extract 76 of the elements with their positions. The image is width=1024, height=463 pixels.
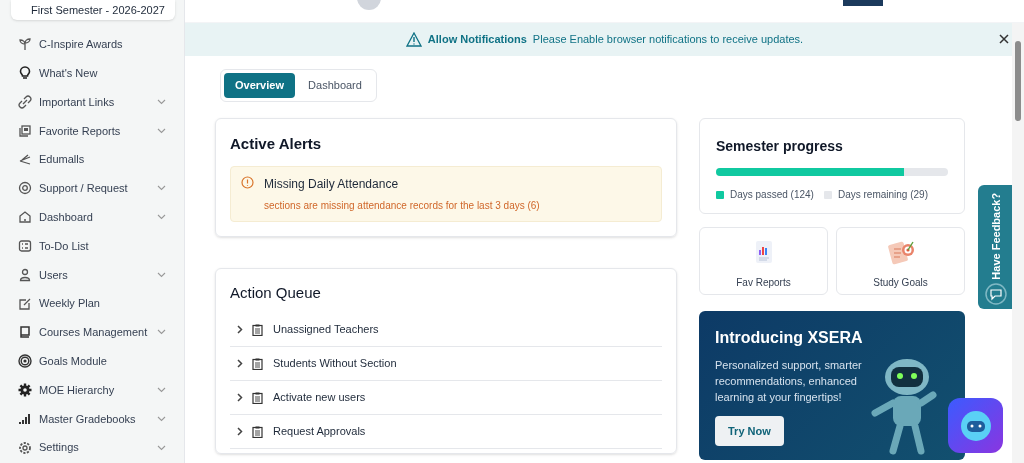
- report-icon: [18, 123, 32, 138]
- chevron-down-icon: [157, 185, 166, 192]
- checklist-icon: [18, 238, 32, 253]
- chevron-down-icon: [157, 127, 166, 134]
- sidebar-item[interactable]: Weekly Plan: [0, 289, 184, 318]
- alert-title: Missing Daily Attendance: [264, 175, 400, 193]
- book-icon: [18, 325, 32, 340]
- legend-label: Days remaining (29): [837, 188, 928, 202]
- promo-title: Introducing XSERA: [715, 328, 864, 348]
- alert-icon: [241, 175, 254, 189]
- gear-icon: [18, 382, 32, 397]
- legend-label: Days passed (124): [730, 188, 814, 202]
- signal-bars-icon: [18, 411, 32, 426]
- shortcut-card[interactable]: Fav Reports: [699, 227, 828, 295]
- semester-dropdown[interactable]: First Semester - 2026-2027: [11, 0, 175, 20]
- queue-row[interactable]: Students Without Section: [230, 347, 662, 381]
- user-icon: [18, 267, 32, 282]
- tab[interactable]: Overview: [224, 73, 295, 98]
- chevron-down-icon: [157, 329, 166, 336]
- chevron-down-icon: [157, 444, 166, 451]
- queue-row[interactable]: Unassigned Teachers: [230, 313, 662, 347]
- link-icon: [18, 95, 32, 109]
- sidebar-item[interactable]: Support / Request: [0, 174, 184, 203]
- shortcut-card[interactable]: Study Goals: [836, 227, 965, 295]
- chevron-right-icon: [236, 359, 243, 368]
- sidebar-item[interactable]: To-Do List: [0, 231, 184, 261]
- queue-row[interactable]: Request Approvals: [230, 415, 662, 449]
- sidebar-item[interactable]: Important Links: [0, 87, 184, 117]
- warning-icon: [405, 32, 422, 47]
- sidebar-item[interactable]: Users: [0, 260, 184, 290]
- edit-icon: [18, 296, 32, 311]
- clipboard-icon: [252, 323, 263, 336]
- sidebar-item[interactable]: Edumalls: [0, 145, 184, 174]
- tab[interactable]: Dashboard: [297, 73, 373, 98]
- lifebuoy-icon: [18, 181, 32, 196]
- chevron-down-icon: [157, 271, 166, 278]
- chevron-down-icon: [157, 214, 166, 221]
- try-now-button[interactable]: Try Now: [715, 416, 784, 446]
- card-title: Semester progress: [716, 137, 844, 156]
- alert-detail: sections are missing attendance records for the last 3 days (6): [264, 198, 540, 213]
- queue-row[interactable]: Activate new users: [230, 381, 662, 415]
- sidebar-item[interactable]: Settings: [0, 433, 184, 462]
- chevron-down-icon: [157, 99, 166, 105]
- sidebar-item[interactable]: Dashboard: [0, 202, 184, 232]
- promo-text: Personalized support, smarter recommendations, enhanced learning at your fingertips!: [715, 358, 863, 405]
- notification-message: Please Enable browser notifications to receive updates.: [532, 32, 804, 48]
- feedback-tab[interactable]: Have Feedback?: [978, 185, 1014, 309]
- sidebar-item[interactable]: Courses Management: [0, 317, 184, 347]
- clipboard-icon: [252, 391, 263, 404]
- close-button[interactable]: [998, 33, 1010, 45]
- settings-icon: [18, 440, 32, 455]
- sidebar-item[interactable]: What's New: [0, 58, 184, 88]
- chevron-down-icon: [157, 415, 166, 422]
- sidebar-item[interactable]: Master Gradebooks: [0, 404, 184, 434]
- sidebar-item[interactable]: MOE Hierarchy: [0, 375, 184, 405]
- home-icon: [18, 210, 32, 225]
- sidebar-item[interactable]: Goals Module: [0, 346, 184, 376]
- sidebar-item[interactable]: Favorite Reports: [0, 116, 184, 146]
- chevron-down-icon: [157, 386, 166, 393]
- chatbot-icon: [958, 408, 993, 443]
- target-icon: [18, 354, 32, 369]
- sidebar-item[interactable]: C-Inspire Awards: [0, 30, 184, 59]
- chat-bot-button[interactable]: [948, 398, 1003, 453]
- clipboard-icon: [252, 425, 263, 438]
- chevron-right-icon: [236, 393, 243, 402]
- chevron-right-icon: [236, 325, 243, 334]
- feedback-label: Have Feedback?: [988, 192, 1003, 280]
- sprout-icon: [18, 37, 32, 52]
- card-title: Active Alerts: [230, 134, 323, 154]
- photo-placeholder: [843, 0, 883, 6]
- chevron-right-icon: [236, 427, 243, 436]
- notification-title: Allow Notifications: [427, 32, 527, 48]
- card-title: Action Queue: [230, 282, 322, 303]
- clipboard-icon: [252, 357, 263, 370]
- chat-icon: [985, 283, 1007, 305]
- lightbulb-icon: [18, 66, 32, 81]
